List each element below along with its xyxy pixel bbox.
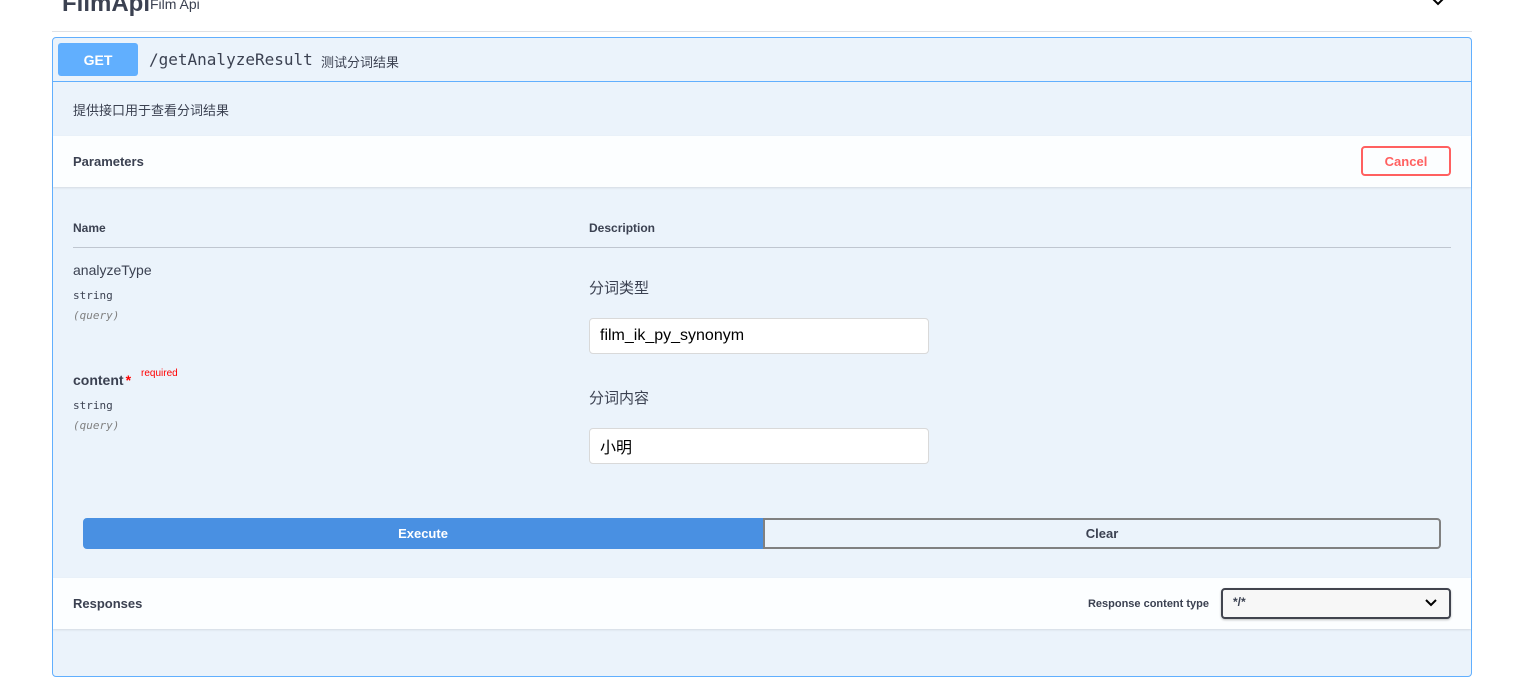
execute-button[interactable]: Execute (83, 518, 763, 549)
required-label: required (141, 368, 178, 379)
tag-description: Film Api (150, 0, 200, 12)
column-header-name: Name (73, 221, 106, 235)
response-content-type-value: */* (1233, 595, 1246, 609)
required-star: * (125, 372, 132, 388)
parameters-header: Parameters Cancel (53, 136, 1471, 187)
parameter-name: analyzeType (73, 262, 152, 278)
parameter-description: 分词类型 (589, 280, 650, 297)
parameter-location: (query) (73, 309, 120, 322)
responses-title: Responses (73, 596, 143, 611)
parameters-table-header: Name Description (73, 208, 1451, 248)
operation-summary[interactable]: GET /getAnalyzeResult 测试分词结果 (53, 38, 1471, 82)
operation-path: /getAnalyzeResult (149, 50, 313, 69)
content-input[interactable] (589, 428, 929, 464)
parameter-description: 分词内容 (589, 390, 650, 407)
operation-description: 提供接口用于查看分词结果 (73, 103, 230, 118)
parameter-name: content * (73, 372, 132, 388)
parameters-title: Parameters (73, 154, 144, 169)
execute-button-group: Execute Clear (83, 518, 1441, 549)
parameter-type: string (73, 399, 113, 412)
column-header-description: Description (589, 221, 656, 235)
tag-header[interactable]: FilmApi Film Api (52, 0, 1472, 32)
clear-button[interactable]: Clear (763, 518, 1441, 549)
operation-block: GET /getAnalyzeResult 测试分词结果 提供接口用于查看分词结… (52, 37, 1472, 677)
responses-header: Responses Response content type */* (53, 578, 1471, 629)
operation-summary-text: 测试分词结果 (321, 55, 400, 70)
chevron-down-icon (1425, 599, 1437, 607)
tag-title: FilmApi (62, 0, 150, 17)
response-content-type-select[interactable]: */* (1221, 588, 1451, 619)
method-badge: GET (58, 43, 138, 76)
parameter-type: string (73, 289, 113, 302)
cancel-button[interactable]: Cancel (1361, 146, 1451, 176)
chevron-down-icon[interactable] (1428, 0, 1448, 12)
parameter-location: (query) (73, 419, 120, 432)
response-content-type-label: Response content type (1087, 598, 1209, 610)
analyzetype-input[interactable] (589, 318, 929, 354)
